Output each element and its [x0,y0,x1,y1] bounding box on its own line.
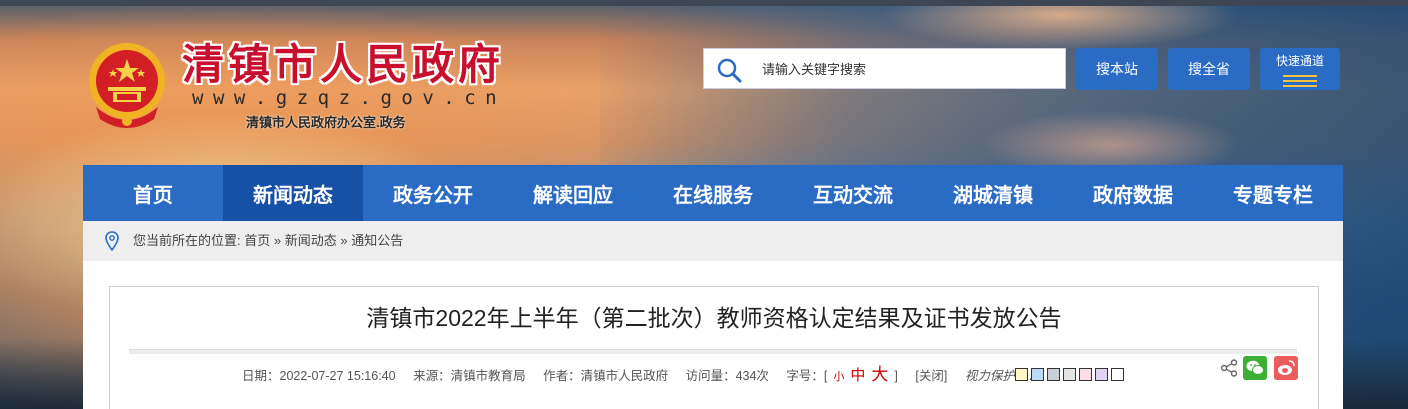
nav-item-data[interactable]: 政府数据 [1063,165,1203,221]
site-subtitle: 清镇市人民政府办公室.政务 [246,115,406,130]
breadcrumb-home[interactable]: 首页 [244,233,270,248]
article-meta: 日期：2022-07-27 15:16:40 来源：清镇市教育局 作者：清镇市人… [242,365,1054,385]
nav-item-interpretation[interactable]: 解读回应 [503,165,643,221]
nav-item-home[interactable]: 首页 [83,165,223,221]
main-nav: 首页 新闻动态 政务公开 解读回应 在线服务 互动交流 湖城清镇 政府数据 专题… [83,165,1343,221]
article-title: 清镇市2022年上半年（第二批次）教师资格认定结果及证书发放公告 [366,305,1062,331]
article-card: 清镇市2022年上半年（第二批次）教师资格认定结果及证书发放公告 日期：2022… [109,286,1319,409]
article-views: 访问量：434次 [685,369,769,383]
swatch-yellow[interactable] [1015,368,1028,381]
breadcrumb-news[interactable]: 新闻动态 [285,233,337,248]
swatch-gray[interactable] [1047,368,1060,381]
location-pin-icon [105,231,119,251]
article-date: 日期：2022-07-27 15:16:40 [242,369,396,383]
font-size-small[interactable]: 小 [833,371,844,383]
title-divider [129,349,1297,354]
menu-lines-icon [1283,75,1317,87]
search-box [703,48,1066,89]
share-icon[interactable] [1220,359,1238,377]
breadcrumb-separator: » [340,233,348,248]
breadcrumb: 您当前所在的位置: 首页 » 新闻动态 » 通知公告 [133,233,403,249]
swatch-light-gray[interactable] [1063,368,1076,381]
nav-item-news[interactable]: 新闻动态 [223,165,363,221]
article-source: 来源：清镇市教育局 [413,369,526,383]
search-icon[interactable] [716,57,742,83]
search-input[interactable] [762,57,1052,81]
breadcrumb-notices[interactable]: 通知公告 [351,233,403,248]
wechat-icon[interactable] [1243,356,1267,380]
swatch-white[interactable] [1111,368,1124,381]
search-site-button[interactable]: 搜本站 [1076,48,1158,90]
font-size-label: 字号：[ [786,369,828,383]
nav-item-city[interactable]: 湖城清镇 [923,165,1063,221]
quick-access-button[interactable]: 快速通道 [1260,48,1340,90]
weibo-icon[interactable] [1274,356,1298,380]
font-size-large[interactable]: 大 [871,365,888,384]
breadcrumb-bar: 您当前所在的位置: 首页 » 新闻动态 » 通知公告 [83,221,1343,261]
font-size-end: ] [894,369,898,383]
site-title: 清镇市人民政府 [182,40,505,89]
breadcrumb-prefix: 您当前所在的位置: [133,233,241,248]
breadcrumb-separator: » [273,233,282,248]
quick-access-label: 快速通道 [1275,54,1324,68]
close-link[interactable]: [关闭] [915,369,947,383]
nav-item-interaction[interactable]: 互动交流 [783,165,923,221]
swatch-blue[interactable] [1031,368,1044,381]
nav-item-government-affairs[interactable]: 政务公开 [363,165,503,221]
font-size-medium[interactable]: 中 [850,367,865,384]
eye-protection-swatches [1015,368,1124,381]
swatch-pink[interactable] [1079,368,1092,381]
swatch-purple[interactable] [1095,368,1108,381]
search-province-button[interactable]: 搜全省 [1168,48,1250,90]
site-url: www.gzqz.gov.cn [192,87,507,109]
national-emblem-icon [89,43,165,128]
nav-item-online-service[interactable]: 在线服务 [643,165,783,221]
article-author: 作者：清镇市人民政府 [543,369,669,383]
top-strip [0,0,1408,6]
nav-item-topics[interactable]: 专题专栏 [1203,165,1343,221]
